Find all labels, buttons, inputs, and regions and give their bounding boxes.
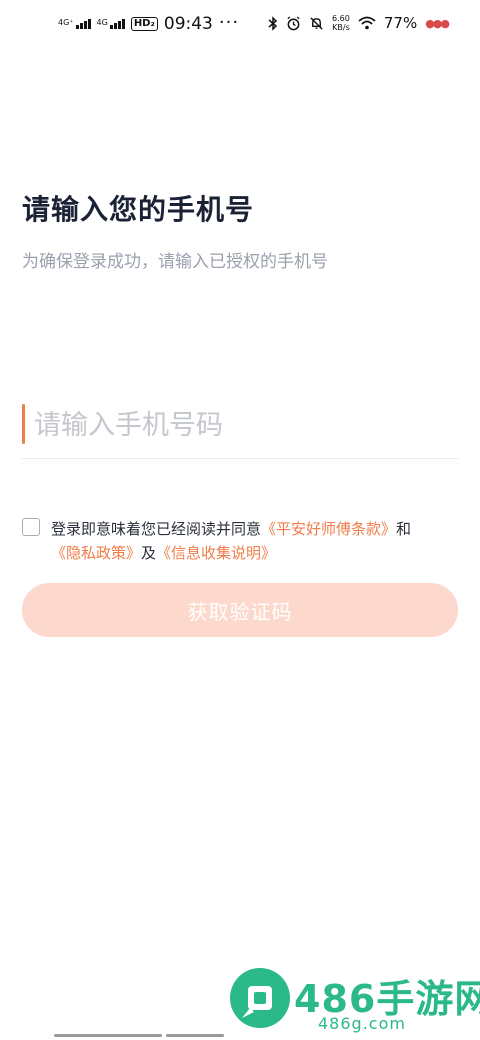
wifi-icon [358, 16, 376, 30]
agreement-prefix: 登录即意味着您已经阅读并同意 [51, 520, 262, 538]
agreement-text-line-2: 《隐私政策》及《信息收集说明》 [51, 542, 276, 563]
status-right: 6.60 KB/s 77% ●●● [268, 14, 450, 32]
status-time: 09:43 [163, 14, 213, 34]
more-notifications-icon: ··· [218, 11, 240, 33]
signal-2-icon: 4G [97, 19, 125, 29]
agreement-checkbox[interactable] [22, 518, 40, 536]
phone-number-input[interactable] [32, 398, 456, 452]
agreement-text-line-1: 登录即意味着您已经阅读并同意《平安好师傅条款》和 [51, 518, 411, 539]
bluetooth-icon [268, 15, 278, 31]
page-subtitle: 为确保登录成功，请输入已授权的手机号 [22, 252, 328, 272]
status-bar: 4G⁺ 4G HD₂ 09:43 ··· 6.60 KB/s 77% ●●● [0, 0, 480, 56]
terms-link[interactable]: 《平安好师傅条款》 [261, 520, 396, 538]
agreement-and: 和 [396, 520, 412, 538]
info-collection-link[interactable]: 《信息收集说明》 [156, 544, 276, 562]
hd-icon: HD₂ [130, 17, 158, 31]
speed-value: 6.60 [332, 14, 350, 23]
mute-icon [310, 16, 323, 30]
phone-input-wrapper [22, 398, 458, 459]
network-type-1: 4G⁺ [58, 18, 74, 27]
home-indicator-left [54, 1034, 162, 1037]
signal-1-icon: 4G⁺ [58, 19, 91, 29]
status-left: 4G⁺ 4G HD₂ 09:43 ··· [58, 11, 240, 35]
get-verification-code-button[interactable]: 获取验证码 [22, 583, 458, 637]
page-title: 请输入您的手机号 [22, 193, 255, 226]
home-indicator-right [166, 1034, 224, 1037]
speed-unit: KB/s [332, 23, 350, 32]
battery-level: 77% [383, 14, 418, 32]
privacy-policy-link[interactable]: 《隐私政策》 [51, 544, 141, 562]
watermark-logo-icon [230, 968, 290, 1028]
input-caret [22, 404, 25, 444]
alarm-icon [287, 15, 300, 30]
network-speed: 6.60 KB/s [332, 14, 350, 32]
network-type-2: 4G [96, 18, 108, 27]
watermark-domain: 486g.com [318, 1014, 406, 1033]
strawberry-icon: ●●● [425, 16, 450, 30]
agreement-ji: 及 [141, 544, 157, 562]
watermark: 486手游网 486g.com [228, 966, 480, 1036]
